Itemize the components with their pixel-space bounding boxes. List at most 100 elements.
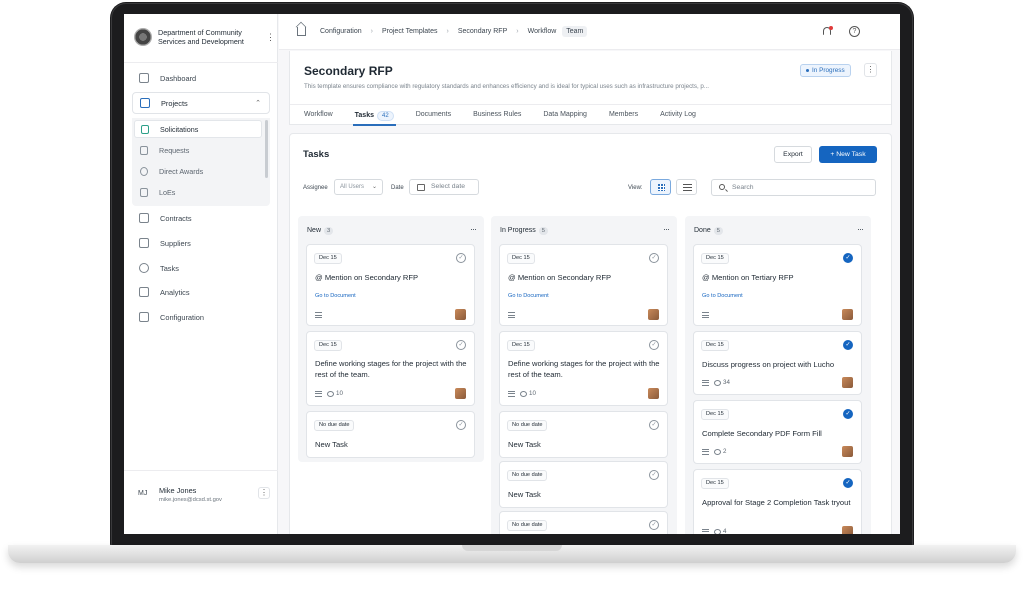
more-icon[interactable]: ··· [857,224,864,234]
avatar[interactable] [842,309,853,320]
export-button[interactable]: Export [774,146,812,163]
task-card[interactable]: No due date ✓ New Task [499,461,668,508]
tab-workflow[interactable]: Workflow [304,105,333,126]
check-circle-icon[interactable]: ✓ [843,478,853,488]
comment-count: 2 [723,448,727,455]
tab-activity-log[interactable]: Activity Log [660,105,696,126]
user-profile[interactable]: MJ Mike Jones mike.jones@dcsd.st.gov ⋮ [124,470,278,534]
sidebar-item-label: Tasks [160,263,179,273]
sidebar-item-analytics[interactable]: Analytics [132,281,270,303]
check-circle-icon[interactable]: ✓ [649,253,659,263]
avatar: MJ [138,490,148,497]
check-circle-icon[interactable]: ✓ [843,409,853,419]
task-card[interactable]: Dec 15 ✓ Approval for Stage 2 Completion… [693,469,862,534]
date-label: Date [391,185,404,191]
date-placeholder: Select date [431,183,466,190]
sidebar-item-tasks[interactable]: Tasks [132,257,270,279]
page-header: Secondary RFP This template ensures comp… [289,51,892,126]
date-picker[interactable]: Select date [409,179,479,195]
avatar[interactable] [455,388,466,399]
check-circle-icon[interactable]: ✓ [843,340,853,350]
sidebar-subitem-direct-awards[interactable]: Direct Awards [134,162,262,180]
status-badge: In Progress [800,64,851,77]
task-card[interactable]: Dec 15 ✓ @ Mention on Tertiary RFP Go to… [693,244,862,326]
tab-documents[interactable]: Documents [416,105,451,126]
task-card[interactable]: No due date ✓ [499,511,668,534]
home-icon[interactable] [297,27,306,36]
breadcrumb-project-templates[interactable]: Project Templates [382,28,438,35]
go-to-document-link[interactable]: Go to Document [508,293,549,299]
task-title: Approval for Stage 2 Completion Task try… [702,498,851,507]
grid-view-button[interactable] [650,179,671,195]
task-card[interactable]: Dec 15 ✓ Complete Secondary PDF Form Fil… [693,400,862,464]
avatar[interactable] [455,309,466,320]
column-header: In Progress 5 [500,227,549,235]
go-to-document-link[interactable]: Go to Document [702,293,743,299]
sidebar-item-projects[interactable]: Projects ⌃ [132,92,270,114]
sidebar-item-contracts[interactable]: Contracts [132,207,270,229]
org-header[interactable]: Department of Community Services and Dev… [134,24,275,50]
tasks-count-badge: 42 [377,111,394,121]
more-icon[interactable]: ··· [663,224,670,234]
check-circle-icon[interactable]: ✓ [649,340,659,350]
check-circle-icon[interactable]: ✓ [649,520,659,530]
help-icon[interactable]: ? [849,26,860,37]
task-card[interactable]: Dec 15 ✓ Define working stages for the p… [499,331,668,406]
bell-icon[interactable] [822,26,833,37]
task-card[interactable]: No due date ✓ New Task [306,411,475,458]
search-placeholder: Search [732,184,754,191]
assignee-select[interactable]: All Users ⌄ [334,179,383,195]
avatar[interactable] [842,377,853,388]
sidebar-item-dashboard[interactable]: Dashboard [132,67,270,89]
more-icon[interactable]: ··· [470,224,477,234]
check-circle-icon[interactable]: ✓ [456,253,466,263]
request-icon [140,145,148,155]
sidebar-item-label: Dashboard [160,73,197,83]
breadcrumb-secondary-rfp[interactable]: Secondary RFP [458,28,507,35]
check-circle-icon[interactable]: ✓ [649,470,659,480]
sidebar-item-suppliers[interactable]: Suppliers [132,232,270,254]
sidebar-subitem-label: Requests [159,145,190,155]
comment-icon [520,390,527,397]
more-icon[interactable]: ⋮ [864,63,877,77]
due-date-badge: Dec 15 [701,409,729,420]
sidebar-subitem-requests[interactable]: Requests [134,141,262,159]
tab-data-mapping[interactable]: Data Mapping [543,105,587,126]
more-icon[interactable]: ⋮ [258,487,270,499]
assignee-value: All Users [340,184,365,190]
go-to-document-link[interactable]: Go to Document [315,293,356,299]
avatar[interactable] [648,388,659,399]
list-view-button[interactable] [676,179,697,195]
sidebar-subitem-label: LoEs [159,187,176,197]
search-input[interactable]: Search [711,179,876,196]
task-card[interactable]: Dec 15 ✓ @ Mention on Secondary RFP Go t… [499,244,668,326]
check-circle-icon[interactable]: ✓ [843,253,853,263]
comment-icon [327,390,334,397]
task-card[interactable]: Dec 15 ✓ Define working stages for the p… [306,331,475,406]
sidebar-subitem-solicitations[interactable]: Solicitations [134,120,262,138]
breadcrumb-configuration[interactable]: Configuration [320,28,362,35]
chevron-down-icon: ⌄ [371,184,377,190]
avatar[interactable] [842,526,853,534]
avatar[interactable] [842,446,853,457]
check-circle-icon[interactable]: ✓ [649,420,659,430]
tab-members[interactable]: Members [609,105,638,126]
more-icon[interactable]: ⋮ [266,32,275,42]
task-title: @ Mention on Tertiary RFP [702,273,794,282]
tab-business-rules[interactable]: Business Rules [473,105,521,126]
comment-icon [714,448,721,455]
task-card[interactable]: Dec 15 ✓ @ Mention on Secondary RFP Go t… [306,244,475,326]
subnav-scrollbar[interactable] [265,120,268,178]
sidebar-subitem-loes[interactable]: LoEs [134,183,262,201]
check-circle-icon[interactable]: ✓ [456,420,466,430]
tab-tasks[interactable]: Tasks 42 [352,105,396,126]
breadcrumb-workflow[interactable]: Workflow [528,28,557,35]
task-card[interactable]: No due date ✓ New Task [499,411,668,458]
task-card[interactable]: Dec 15 ✓ Discuss progress on project wit… [693,331,862,395]
check-circle-icon[interactable]: ✓ [456,340,466,350]
search-icon [719,184,725,190]
new-task-button[interactable]: + New Task [819,146,877,163]
avatar[interactable] [648,309,659,320]
sidebar-item-configuration[interactable]: Configuration [132,306,270,328]
column-title: In Progress [500,227,536,234]
